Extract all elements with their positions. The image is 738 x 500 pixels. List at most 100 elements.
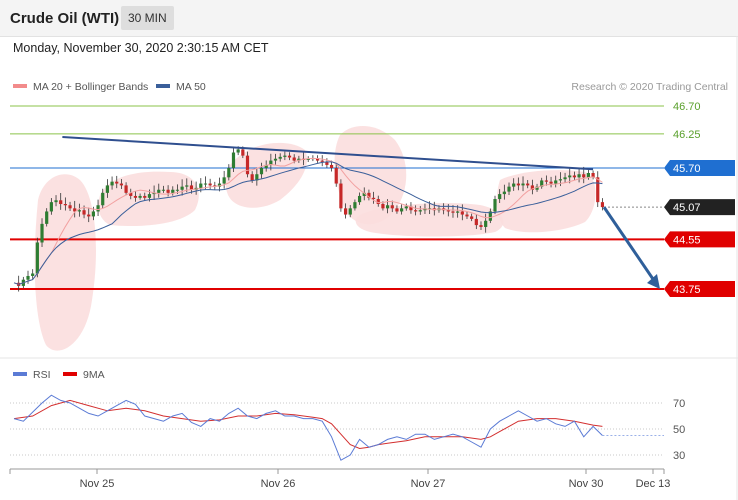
candle-body	[348, 208, 352, 215]
candle-body	[222, 177, 226, 184]
candle-body	[381, 204, 385, 209]
candle-body	[180, 186, 184, 190]
candle-body	[96, 205, 100, 212]
candle-body	[166, 189, 170, 193]
rsi-ma-line	[13, 399, 603, 450]
candle-body	[320, 160, 324, 162]
candle-body	[502, 191, 506, 195]
candle-body	[250, 174, 254, 181]
candle-body	[582, 174, 586, 178]
candle-body	[227, 168, 231, 178]
candle-body	[600, 202, 605, 208]
candle-body	[143, 195, 147, 198]
candle-body	[185, 185, 189, 187]
candle-body	[175, 189, 180, 191]
candle-body	[507, 186, 511, 192]
chart-canvas: MA 20 + Bollinger Bands MA 50 Research © 2…	[0, 36, 738, 500]
candle-body	[568, 175, 572, 178]
candle-body	[77, 210, 81, 212]
candle-body	[386, 205, 390, 209]
candle-body	[45, 211, 49, 224]
candle-body	[479, 225, 483, 227]
candle-body	[157, 189, 161, 193]
candle-body	[558, 179, 562, 181]
rsi-ylabel-30: 30	[673, 450, 685, 462]
rsi-legend-swatch	[63, 372, 77, 376]
forecast-arrow-shaft	[602, 206, 657, 283]
candle-body	[110, 181, 114, 186]
candle-body	[329, 164, 334, 169]
candle-body	[40, 223, 44, 243]
candle-body	[451, 211, 455, 213]
candle-body	[512, 183, 516, 187]
candle-body	[339, 183, 343, 209]
credit-text: Research © 2020 Trading Central	[571, 81, 728, 93]
candle-body	[259, 168, 264, 175]
candle-body	[105, 185, 109, 193]
candle-body	[203, 183, 208, 185]
candle-body	[549, 181, 553, 184]
candle-body	[133, 195, 138, 198]
candle-body	[245, 155, 250, 175]
x-label-nov-25: Nov 25	[80, 478, 115, 490]
candle-body	[273, 158, 278, 161]
candle-body	[68, 205, 72, 209]
candle-body	[91, 211, 95, 217]
level-label-46-70: 46.70	[673, 101, 701, 113]
candle-body	[171, 189, 175, 193]
candle-body	[147, 194, 152, 198]
rsi-line	[13, 394, 603, 461]
candle-body	[35, 242, 39, 274]
candle-body	[343, 208, 348, 215]
candle-body	[516, 183, 520, 186]
x-label-nov-30: Nov 30	[569, 478, 604, 490]
candle-body	[418, 210, 422, 212]
candle-body	[554, 180, 558, 184]
level-label-44-55: 44.55	[673, 234, 701, 246]
candle-body	[231, 152, 236, 169]
rsi-legend-label: RSI	[33, 369, 51, 381]
x-label-nov-26: Nov 26	[261, 478, 296, 490]
candle-body	[596, 177, 600, 203]
level-label-46-25: 46.25	[673, 129, 701, 141]
candle-body	[161, 189, 166, 191]
candle-body	[119, 183, 124, 186]
candle-body	[54, 200, 58, 203]
candle-body	[208, 183, 212, 186]
rsi-legend-label: 9MA	[83, 369, 105, 381]
candle-body	[124, 185, 128, 193]
candle-body	[484, 220, 488, 227]
candle-body	[474, 218, 478, 226]
level-label-45-07: 45.07	[673, 202, 701, 214]
candle-body	[357, 195, 362, 203]
candle-body	[49, 202, 53, 212]
candle-body	[521, 183, 525, 186]
level-label-43-75: 43.75	[673, 284, 701, 296]
candle-body	[287, 155, 292, 158]
candle-body	[199, 183, 203, 188]
rsi-legend-swatch	[13, 372, 27, 376]
candle-body	[138, 195, 142, 198]
candle-body	[395, 208, 399, 212]
candle-body	[544, 180, 548, 182]
candle-body	[353, 202, 357, 209]
candle-body	[470, 216, 474, 219]
legend-swatch	[156, 84, 170, 88]
candle-body	[26, 275, 30, 280]
legend-swatch	[13, 84, 27, 88]
candle-body	[292, 157, 296, 161]
candle-body	[283, 155, 287, 157]
legend-label: MA 20 + Bollinger Bands	[33, 81, 148, 93]
candle-body	[82, 210, 86, 215]
x-label-dec-13: Dec 13	[636, 478, 671, 490]
rsi-ylabel-70: 70	[673, 398, 685, 410]
x-label-nov-27: Nov 27	[411, 478, 446, 490]
legend-label: MA 50	[176, 81, 206, 93]
candle-body	[59, 200, 63, 205]
candle-body	[586, 172, 591, 178]
candle-body	[390, 205, 394, 209]
candle-body	[526, 183, 530, 186]
candle-body	[493, 199, 497, 212]
candle-body	[465, 214, 469, 217]
candle-body	[101, 192, 105, 206]
